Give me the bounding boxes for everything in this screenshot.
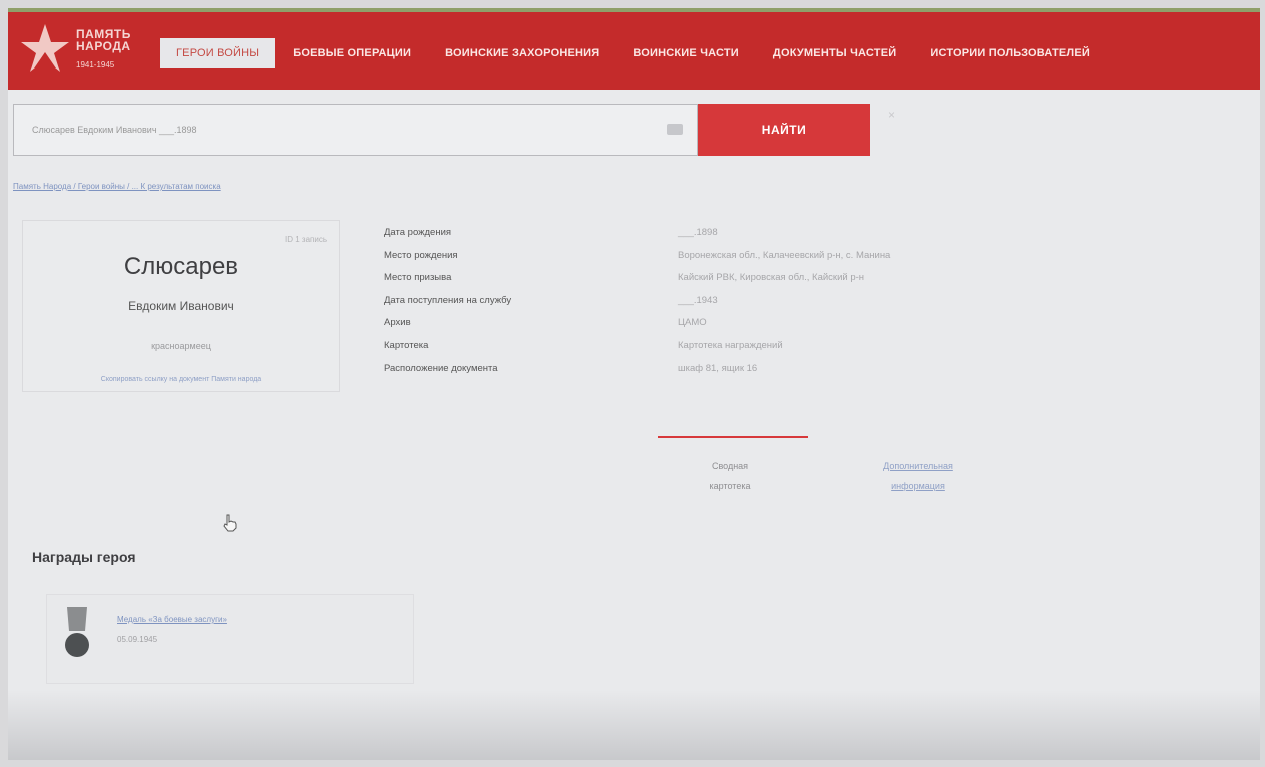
label-birth-place: Место рождения [384, 249, 458, 261]
award-date: 05.09.1945 [117, 635, 158, 644]
hand-cursor-icon [223, 514, 237, 532]
tab-additional-info[interactable]: Дополнительная информация [848, 456, 988, 496]
tab-additional-line-1: Дополнительная [883, 461, 953, 471]
value-card-index: Картотека награждений [678, 339, 783, 351]
nav-operations[interactable]: БОЕВЫЕ ОПЕРАЦИИ [293, 47, 411, 59]
find-button[interactable]: НАЙТИ [698, 104, 870, 156]
value-birth-place: Воронежская обл., Калачеевский р-н, с. М… [678, 249, 891, 261]
hero-surname: Слюсарев [123, 253, 239, 280]
nav-heroes[interactable]: ГЕРОИ ВОЙНЫ [160, 38, 276, 68]
value-document-location: шкаф 81, ящик 16 [678, 362, 758, 374]
tab-summary-line-1: Сводная [711, 461, 749, 471]
breadcrumb[interactable]: Память Народа / Герои войны / ... К резу… [13, 182, 221, 191]
tab-additional-line-2: информация [891, 481, 945, 491]
award-name-link[interactable]: Медаль «За боевые заслуги» [117, 615, 227, 624]
nav-unit-documents[interactable]: ДОКУМЕНТЫ ЧАСТЕЙ [773, 47, 896, 59]
screen-bottom-shade [8, 690, 1260, 760]
label-service-date: Дата поступления на службу [384, 294, 512, 306]
nav-units[interactable]: ВОИНСКИЕ ЧАСТИ [633, 47, 739, 59]
label-archive: Архив [384, 317, 411, 329]
search-input[interactable]: Слюсарев Евдоким Иванович ___.1898 [13, 104, 698, 156]
details-values: ___.1898 Воронежская обл., Калачеевский … [678, 222, 890, 380]
site-logo[interactable]: ПАМЯТЬ НАРОДА 1941-1945 [20, 22, 160, 78]
logo-line-2: НАРОДА [76, 39, 131, 53]
keyboard-icon[interactable] [667, 124, 683, 135]
hero-rank: красноармеец [151, 341, 211, 351]
search-query-text: Слюсарев Евдоким Иванович ___.1898 [32, 125, 197, 135]
label-draft-place: Место призыва [384, 272, 452, 284]
star-logo-icon [21, 24, 69, 72]
value-archive: ЦАМО [678, 317, 707, 329]
details-labels: Дата рождения Место рождения Место призы… [384, 222, 511, 380]
value-birth-date: ___.1898 [678, 227, 718, 238]
value-draft-place: Кайский РВК, Кировская обл., Кайский р-н [678, 272, 865, 284]
nav-burials[interactable]: ВОИНСКИЕ ЗАХОРОНЕНИЯ [445, 47, 599, 59]
award-item: Медаль «За боевые заслуги» 05.09.1945 [46, 594, 414, 684]
nav-user-stories[interactable]: ИСТОРИИ ПОЛЬЗОВАТЕЛЕЙ [930, 47, 1090, 59]
logo-years: 1941-1945 [76, 60, 115, 69]
browser-screen: ПАМЯТЬ НАРОДА 1941-1945 ГЕРОИ ВОЙНЫ БОЕВ… [8, 8, 1260, 760]
awards-title: Награды героя [32, 549, 136, 565]
label-birth-date: Дата рождения [384, 227, 452, 238]
site-header: ПАМЯТЬ НАРОДА 1941-1945 ГЕРОИ ВОЙНЫ БОЕВ… [8, 8, 1260, 90]
value-service-date: ___.1943 [678, 294, 718, 306]
record-id: ID 1 запись [285, 235, 327, 244]
tab-summary-line-2: картотека [709, 481, 751, 491]
copy-link[interactable]: Скопировать ссылку на документ Памяти на… [23, 376, 339, 383]
label-document-location: Расположение документа [384, 362, 498, 374]
main-nav: ГЕРОИ ВОЙНЫ БОЕВЫЕ ОПЕРАЦИИ ВОИНСКИЕ ЗАХ… [160, 36, 1124, 70]
active-tab-indicator [658, 436, 808, 438]
label-card-index: Картотека [384, 339, 429, 351]
hero-name: Евдоким Иванович [128, 299, 234, 313]
tab-summary-card-index[interactable]: Сводная картотека [680, 456, 780, 496]
medal-icon [65, 607, 89, 657]
clear-icon[interactable]: × [888, 108, 895, 122]
hero-card: ID 1 запись Слюсарев Евдоким Иванович кр… [22, 220, 340, 392]
